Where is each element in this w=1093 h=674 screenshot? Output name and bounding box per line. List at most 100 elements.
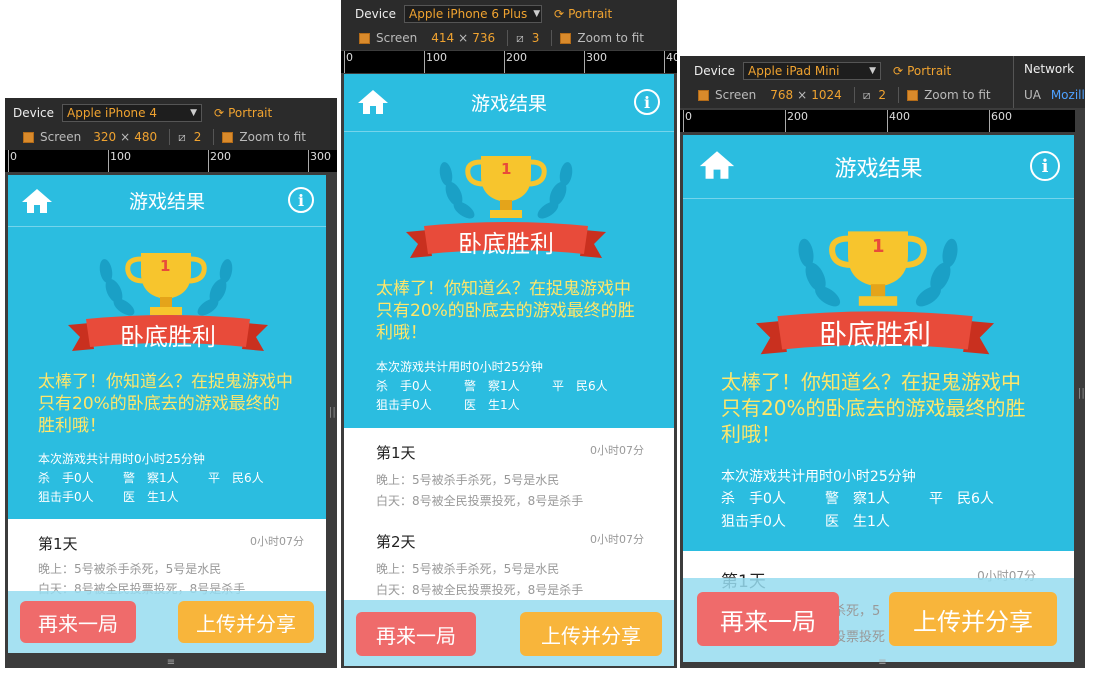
ruler-label: 400: [889, 110, 910, 123]
times-sign: ×: [797, 88, 808, 102]
day-time: 0小时07分: [250, 535, 304, 548]
rotate-icon: ⟳: [214, 106, 225, 120]
zoom-label: Zoom to fit: [577, 31, 644, 45]
result-message: 太棒了！你知道么？在捉鬼游戏中只有20%的卧底去的游戏最终的胜利哦！: [376, 279, 635, 344]
trophy-rank: 1: [872, 236, 885, 257]
screen-height-value[interactable]: 736: [472, 31, 495, 45]
ruler-label: 200: [787, 110, 808, 123]
screen-height-value[interactable]: 480: [134, 130, 157, 144]
role-count: 杀 手0人: [721, 491, 786, 508]
orientation-toggle[interactable]: ⟳ Portrait: [893, 64, 951, 78]
zoom-checkbox[interactable]: [222, 131, 234, 143]
list-item[interactable]: 第1天 0小时07分 晚上：5号被杀手杀死，5号是水民 白天：8号被全民投票投死…: [38, 533, 304, 597]
day-time: 0小时07分: [590, 533, 644, 546]
screen-label: Screen: [715, 88, 757, 102]
device-pane-iphone4: Device Apple iPhone 4 ▼ ⟳ Portrait Scree…: [5, 98, 337, 668]
info-icon[interactable]: i: [634, 89, 660, 115]
device-select-value: Apple iPad Mini: [748, 64, 840, 78]
replay-button[interactable]: 再来一局: [697, 592, 839, 646]
zoom-checkbox[interactable]: [907, 89, 919, 101]
app-header: 游戏结果 i: [683, 135, 1074, 199]
replay-button[interactable]: 再来一局: [20, 601, 136, 643]
orientation-label: Portrait: [907, 64, 952, 78]
divider: [507, 30, 509, 46]
screen-width-value[interactable]: 414: [431, 31, 454, 45]
chevron-down-icon: ▼: [533, 9, 541, 19]
divider: [898, 87, 900, 103]
network-tab[interactable]: Network: [1024, 62, 1074, 76]
day-day-event: 投票投死: [833, 630, 886, 645]
orientation-toggle[interactable]: ⟳ Portrait: [214, 106, 272, 120]
divider: [853, 87, 855, 103]
ruler-label: 0: [685, 110, 692, 123]
screen-height-value[interactable]: 1024: [811, 88, 842, 102]
screen-width-value[interactable]: 320: [93, 130, 116, 144]
day-day-event: 白天：8号被全民投票投死，8号是杀手: [376, 494, 584, 508]
role-count: 警 察1人: [825, 491, 890, 508]
network-panel: Network UA Mozilla: [1013, 56, 1085, 108]
pixel-ratio-value[interactable]: 2: [878, 88, 886, 102]
action-footer: 再来一局 上传并分享: [8, 591, 326, 653]
day-night-event: 杀死，5: [833, 604, 881, 619]
device-select[interactable]: Apple iPhone 4 ▼: [62, 104, 203, 122]
app-header: 游戏结果 i: [344, 74, 674, 132]
share-button[interactable]: 上传并分享: [520, 612, 662, 656]
pixel-ratio-icon: ⧄: [516, 30, 524, 45]
times-sign: ×: [120, 130, 131, 144]
device-pane-ipadmini: Device Apple iPad Mini ▼ ⟳ Portrait Scre…: [680, 56, 1085, 668]
action-footer: 再来一局 上传并分享: [344, 600, 674, 666]
device-pane-iphone6plus: Device Apple iPhone 6 Plus ▼ ⟳ Portrait …: [341, 0, 677, 668]
game-stats: 本次游戏共计用时0小时25分钟 杀 手0人 警 察1人 平 民6人 狙击手0人 …: [376, 358, 656, 416]
day-day-event: 白天：8号被全民投票投死，8号是杀手: [376, 583, 584, 597]
device-select[interactable]: Apple iPhone 6 Plus ▼: [404, 5, 543, 23]
info-icon[interactable]: i: [288, 187, 314, 213]
device-toolbar: Device Apple iPhone 6 Plus ▼ ⟳ Portrait …: [341, 0, 677, 50]
pixel-ratio-value[interactable]: 3: [532, 31, 540, 45]
resize-handle[interactable]: ||: [1078, 386, 1085, 399]
resize-grip[interactable]: ≡: [878, 657, 886, 668]
device-label: Device: [355, 7, 397, 21]
role-count: 平 民6人: [208, 471, 264, 486]
action-footer: 杀死，5 投票投死 再来一局 上传并分享: [683, 578, 1074, 662]
list-item[interactable]: 第2天 0小时07分 晚上：5号被杀手杀死，5号是水民 白天：8号被全民投票投死…: [376, 531, 644, 598]
screen-checkbox[interactable]: [23, 131, 34, 143]
chevron-down-icon: ▼: [190, 108, 198, 118]
pixel-ratio-icon: ⧄: [178, 129, 186, 144]
share-button[interactable]: 上传并分享: [889, 592, 1057, 646]
ruler-label: 100: [426, 51, 447, 64]
day-night-event: 晚上：5号被杀手杀死，5号是水民: [376, 562, 560, 576]
home-icon[interactable]: [356, 88, 390, 116]
replay-button[interactable]: 再来一局: [356, 612, 476, 656]
home-icon[interactable]: [20, 187, 54, 215]
pixel-ratio-value[interactable]: 2: [194, 130, 202, 144]
day-night-event: 晚上：5号被杀手杀死，5号是水民: [38, 562, 222, 576]
orientation-label: Portrait: [568, 7, 613, 21]
list-item[interactable]: 第1天 0小时07分 晚上：5号被杀手杀死，5号是水民 白天：8号被全民投票投死…: [376, 442, 644, 509]
home-icon[interactable]: [697, 149, 737, 181]
trophy-rank: 1: [501, 160, 512, 178]
ruler-label: 100: [110, 150, 131, 163]
page-title: 游戏结果: [834, 156, 923, 182]
device-select[interactable]: Apple iPad Mini ▼: [743, 62, 882, 80]
screen-checkbox[interactable]: [698, 89, 709, 101]
day-night-event: 晚上：5号被杀手杀死，5号是水民: [376, 473, 560, 487]
day-time: 0小时07分: [590, 444, 644, 457]
role-count: 杀 手0人: [38, 471, 94, 486]
zoom-checkbox[interactable]: [560, 32, 572, 44]
screen-checkbox[interactable]: [359, 32, 370, 44]
times-sign: ×: [458, 31, 469, 45]
resize-handle[interactable]: ||: [329, 405, 336, 418]
info-icon[interactable]: i: [1030, 151, 1060, 181]
resize-grip[interactable]: ≡: [167, 657, 175, 668]
trophy-icon: [439, 156, 573, 219]
chevron-down-icon: ▼: [869, 66, 877, 76]
role-count: 医 生1人: [825, 513, 890, 530]
ruler-label: 0: [10, 150, 17, 163]
horizontal-ruler: 0 100 200 300 40: [341, 51, 677, 73]
horizontal-ruler: 0 200 400 600: [680, 110, 1075, 132]
share-button[interactable]: 上传并分享: [178, 601, 314, 643]
screen-width-value[interactable]: 768: [770, 88, 793, 102]
result-message: 太棒了！你知道么？在捉鬼游戏中只有20%的卧底去的游戏最终的胜利哦！: [721, 370, 1026, 446]
ua-value[interactable]: Mozilla: [1051, 88, 1085, 102]
orientation-toggle[interactable]: ⟳ Portrait: [554, 7, 612, 21]
